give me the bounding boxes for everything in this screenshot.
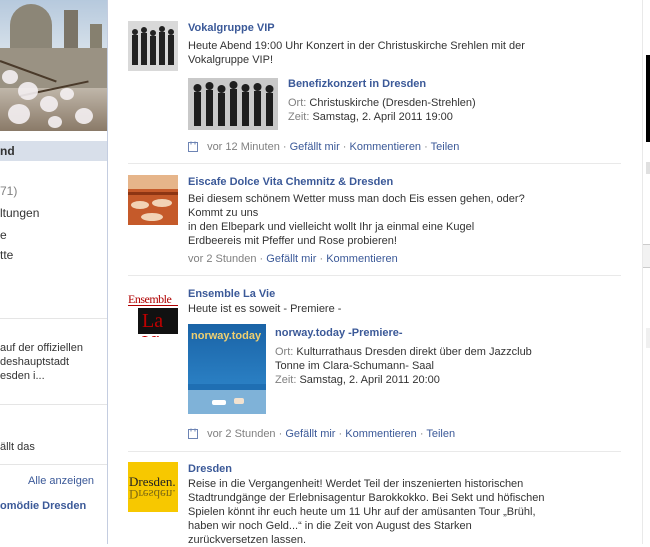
event-title-link[interactable]: Benefizkonzert in Dresden [288, 78, 426, 90]
event-poster[interactable]: norway.today [188, 324, 266, 414]
sidebar-item-label: nd [0, 144, 15, 158]
comment-link[interactable]: Kommentieren [326, 253, 398, 265]
author-name-link[interactable]: Eiscafe Dolce Vita Chemnitz & Dresden [188, 175, 621, 189]
promo-text-line: esden i... [0, 370, 45, 382]
event-photo[interactable] [188, 78, 278, 130]
share-link[interactable]: Teilen [426, 428, 455, 440]
author-name-link[interactable]: Vokalgruppe VIP [188, 21, 621, 35]
divider [0, 404, 107, 405]
likes-text: ällt das [0, 441, 35, 453]
sidebar-item[interactable]: tte [0, 248, 13, 262]
sidebar-item[interactable]: e [0, 228, 7, 242]
logo-text: Ensemble [128, 292, 172, 306]
event-attachment: norway.today norway.today -Premiere- Ort… [188, 324, 621, 414]
profile-picture[interactable]: Ensemble La Vi [128, 287, 178, 337]
like-link[interactable]: Gefällt mir [290, 141, 340, 153]
story-content: Vokalgruppe VIP Heute Abend 19:00 Uhr Ko… [188, 21, 621, 67]
story-message: Heute ist es soweit - Premiere - [188, 303, 342, 315]
sidebar-item[interactable]: ltungen [0, 206, 39, 220]
author-name-link[interactable]: Ensemble La Vie [188, 287, 621, 301]
share-link[interactable]: Teilen [431, 141, 460, 153]
story-message: Bei diesem schönem Wetter muss man doch … [188, 193, 525, 247]
right-box-fragment [643, 244, 650, 268]
event-location: Ort: Christuskirche (Dresden-Strehlen) [288, 97, 476, 109]
event-attachment: Benefizkonzert in Dresden Ort: Christusk… [188, 78, 621, 130]
story-message: Heute Abend 19:00 Uhr Konzert in der Chr… [188, 40, 525, 66]
event-location-cont: Tonne im Clara-Schumann- Saal [275, 360, 434, 372]
show-all-link[interactable]: Alle anzeigen [28, 475, 94, 487]
logo-text-mirror: Dresden. [129, 487, 176, 502]
promo-text-line: auf der offiziellen [0, 342, 83, 354]
sidebar-item-count[interactable]: 71) [0, 184, 17, 198]
profile-picture[interactable]: Dresden. Dresden. [128, 462, 178, 512]
story-content: Eiscafe Dolce Vita Chemnitz & Dresden Be… [188, 175, 621, 248]
feed-story: Eiscafe Dolce Vita Chemnitz & Dresden Be… [128, 175, 621, 267]
feed-story: Dresden. Dresden. Dresden Reise in die V… [128, 462, 621, 547]
profile-picture[interactable] [128, 175, 178, 225]
story-footer: vor 12 Minuten · Gefällt mir · Kommentie… [188, 140, 459, 154]
story-divider [128, 275, 621, 276]
like-link[interactable]: Gefällt mir [285, 428, 335, 440]
event-time: Zeit: Samstag, 2. April 2011 20:00 [275, 374, 440, 386]
story-footer: vor 2 Stunden · Gefällt mir · Kommentier… [188, 427, 455, 441]
author-name-link[interactable]: Dresden [188, 462, 621, 476]
event-time: Zeit: Samstag, 2. April 2011 19:00 [288, 111, 453, 123]
profile-picture[interactable] [128, 21, 178, 71]
logo-text: La Vi [142, 310, 164, 337]
event-icon [188, 428, 198, 439]
right-ad-fragment [646, 162, 650, 174]
story-footer: vor 2 Stunden · Gefällt mir · Kommentier… [188, 253, 398, 265]
feed-story: Ensemble La Vi Ensemble La Vie Heute ist… [128, 287, 621, 447]
divider [0, 318, 107, 319]
left-sidebar: nd 71) ltungen e tte auf der offiziellen… [0, 0, 108, 544]
story-timestamp[interactable]: vor 2 Stunden [188, 253, 257, 265]
event-location: Ort: Kulturrathaus Dresden direkt über d… [275, 346, 532, 358]
right-box-fragment [646, 328, 650, 348]
promo-text-line: deshauptstadt [0, 356, 70, 368]
comment-link[interactable]: Kommentieren [350, 141, 422, 153]
right-column-edge [642, 0, 643, 544]
divider [0, 464, 107, 465]
sidebar-item-active[interactable]: nd [0, 141, 107, 161]
story-content: Ensemble La Vie Heute ist es soweit - Pr… [188, 287, 621, 316]
story-timestamp[interactable]: vor 2 Stunden [207, 428, 276, 440]
story-timestamp[interactable]: vor 12 Minuten [207, 141, 280, 153]
profile-cover-photo[interactable] [0, 0, 107, 131]
comment-link[interactable]: Kommentieren [345, 428, 417, 440]
story-message: Reise in die Vergangenheit! Werdet Teil … [188, 478, 545, 546]
event-icon [188, 141, 198, 152]
event-title-link[interactable]: norway.today -Premiere- [275, 327, 403, 339]
right-ad-image[interactable] [646, 55, 650, 142]
like-link[interactable]: Gefällt mir [266, 253, 316, 265]
poster-text: norway.today [191, 330, 262, 342]
liked-page-link[interactable]: omödie Dresden [0, 500, 86, 512]
story-content: Dresden Reise in die Vergangenheit! Werd… [188, 462, 621, 547]
story-divider [128, 451, 621, 452]
story-divider [128, 163, 621, 164]
feed-story: Vokalgruppe VIP Heute Abend 19:00 Uhr Ko… [128, 21, 621, 161]
